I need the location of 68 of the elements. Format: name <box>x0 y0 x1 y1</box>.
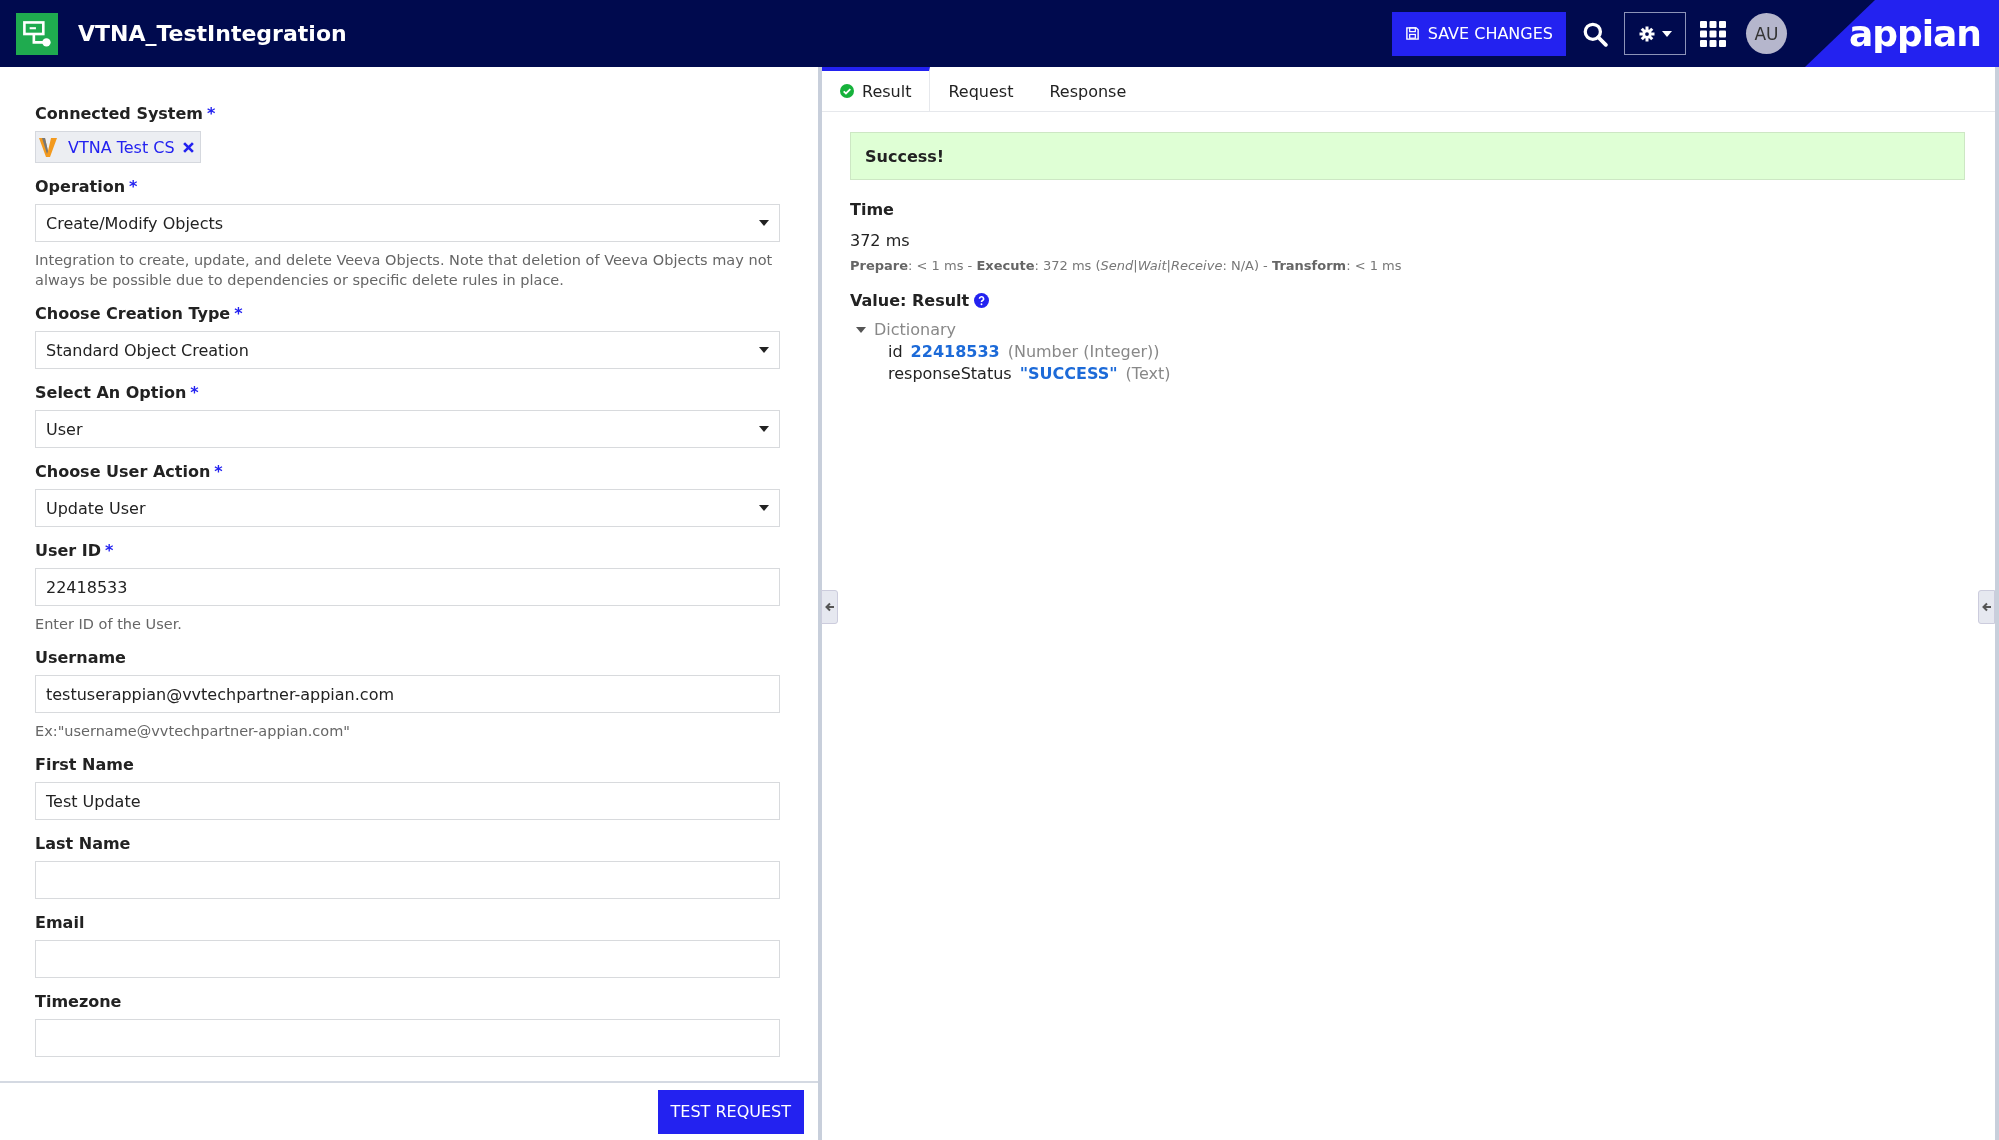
help-text: Ex:"username@vvtechpartner-appian.com" <box>35 722 351 741</box>
test-request-button[interactable]: TEST REQUEST <box>657 1089 804 1134</box>
field-label: Email <box>35 913 85 932</box>
input-field[interactable] <box>35 861 780 899</box>
dropdown-field[interactable]: Create/Modify Objects <box>35 204 780 242</box>
required-marker: * <box>105 541 114 560</box>
search-icon[interactable] <box>1582 20 1608 47</box>
value-label: Value: Result <box>850 291 970 310</box>
tab[interactable]: Request <box>930 67 1032 111</box>
required-marker: * <box>214 462 223 481</box>
time-label: Time <box>850 200 895 219</box>
caret-icon <box>759 426 769 432</box>
field-key: responseStatus <box>888 364 1012 383</box>
apps-grid-icon[interactable] <box>1700 20 1726 47</box>
window-title: VTNA_TestIntegration <box>78 21 347 46</box>
tab[interactable]: Response <box>1031 67 1145 111</box>
save-icon <box>1404 26 1420 41</box>
field-label: Choose User Action <box>35 462 211 481</box>
remove-icon[interactable] <box>182 141 194 153</box>
connected-system-chip[interactable]: VTNA Test CS <box>35 131 201 163</box>
field-label: User ID <box>35 541 102 560</box>
gear-icon <box>1638 24 1656 43</box>
caret-icon <box>759 220 769 226</box>
field-label: Connected System <box>35 104 204 123</box>
required-marker: * <box>207 104 216 123</box>
input-field[interactable]: 22418533 <box>35 568 780 606</box>
user-avatar[interactable]: AU <box>1746 13 1787 54</box>
help-icon[interactable] <box>974 293 990 308</box>
input-field[interactable]: Test Update <box>35 782 780 820</box>
field-label: Operation <box>35 177 126 196</box>
field-type: (Number (Integer)) <box>1007 342 1160 361</box>
help-text: Integration to create, update, and delete Veeva Objects. Note that deletion of Veeva Objects may not always be possible due to dependencies or specific delete rules in place. <box>35 251 774 290</box>
caret-icon <box>1662 30 1672 37</box>
field-value: 22418533 <box>910 342 1000 361</box>
check-circle-icon <box>840 84 854 98</box>
required-marker: * <box>234 304 243 323</box>
save-changes-button[interactable]: SAVE CHANGES <box>1391 11 1566 56</box>
settings-menu-button[interactable] <box>1624 12 1686 55</box>
field-key: id <box>888 342 903 361</box>
required-marker: * <box>190 383 199 402</box>
required-marker: * <box>129 177 138 196</box>
field-label: Username <box>35 648 126 667</box>
caret-icon <box>759 505 769 511</box>
dropdown-field[interactable]: Standard Object Creation <box>35 331 780 369</box>
success-banner: Success! <box>850 132 1965 180</box>
collapse-handle[interactable] <box>821 590 838 624</box>
field-label: Choose Creation Type <box>35 304 231 323</box>
field-value: "SUCCESS" <box>1019 364 1118 383</box>
input-field[interactable] <box>35 1019 780 1057</box>
input-field[interactable]: testuserappian@vvtechpartner-appian.com <box>35 675 780 713</box>
help-text: Enter ID of the User. <box>35 615 183 634</box>
expand-toggle-icon[interactable] <box>856 324 866 335</box>
time-breakdown: Prepare: < 1 ms - Execute: 372 ms (Send|Wait|Receive: N/A) - Transform: < 1 ms <box>850 258 1403 273</box>
dropdown-field[interactable]: Update User <box>35 489 780 527</box>
field-type: (Text) <box>1125 364 1171 383</box>
field-label: Last Name <box>35 834 131 853</box>
tab[interactable]: Result <box>822 67 931 111</box>
integration-icon <box>16 12 58 55</box>
field-label: Select An Option <box>35 383 187 402</box>
input-field[interactable] <box>35 940 780 978</box>
caret-icon <box>759 347 769 353</box>
field-label: Timezone <box>35 992 122 1011</box>
dropdown-field[interactable]: User <box>35 410 780 448</box>
field-label: First Name <box>35 755 134 774</box>
logo: appian <box>1848 13 1981 54</box>
tree-node-label: Dictionary <box>874 320 957 339</box>
collapse-handle[interactable] <box>1978 590 1995 624</box>
time-value: 372 ms <box>850 231 911 250</box>
